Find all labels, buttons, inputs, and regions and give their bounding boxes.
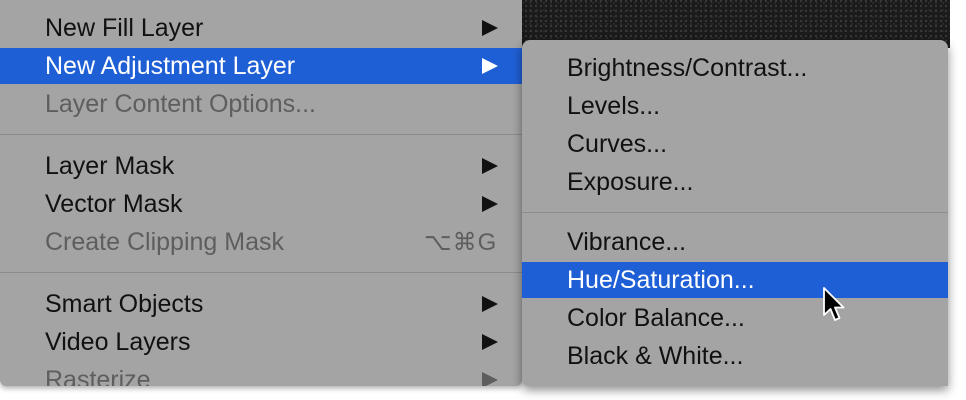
menu-item-label: Vector Mask — [45, 189, 183, 218]
menu-item-label: Smart Objects — [45, 289, 204, 318]
keyboard-shortcut: ⌥⌘G — [424, 228, 498, 256]
submenu-item-levels[interactable]: Levels... — [522, 88, 948, 124]
submenu-arrow-icon — [482, 58, 498, 74]
menu-item-label: Layer Content Options... — [45, 89, 316, 118]
screenshot-stage: New Fill Layer New Adjustment Layer Laye… — [0, 0, 966, 400]
menu-item-label: Video Layers — [45, 327, 191, 356]
layer-menu: New Fill Layer New Adjustment Layer Laye… — [0, 0, 522, 386]
submenu-item-vibrance[interactable]: Vibrance... — [522, 224, 948, 260]
menu-item-smart-objects[interactable]: Smart Objects — [0, 286, 522, 322]
menu-item-vector-mask[interactable]: Vector Mask — [0, 186, 522, 222]
menu-separator — [0, 134, 522, 135]
submenu-item-hue-saturation[interactable]: Hue/Saturation... — [522, 262, 948, 298]
submenu-arrow-icon — [482, 158, 498, 174]
submenu-arrow-icon — [482, 196, 498, 212]
menu-item-label: Rasterize — [45, 365, 151, 387]
menu-item-label: Curves... — [567, 129, 668, 158]
menu-item-label: Levels... — [567, 91, 661, 120]
menu-item-label: Hue/Saturation... — [567, 265, 755, 294]
menu-item-label: New Fill Layer — [45, 13, 204, 42]
submenu-arrow-icon — [482, 334, 498, 350]
submenu-arrow-icon — [482, 20, 498, 36]
submenu-item-brightness-contrast[interactable]: Brightness/Contrast... — [522, 50, 948, 86]
menu-item-label: New Adjustment Layer — [45, 51, 296, 80]
submenu-item-color-balance[interactable]: Color Balance... — [522, 300, 948, 336]
menu-item-create-clipping-mask[interactable]: Create Clipping Mask ⌥⌘G — [0, 224, 522, 260]
submenu-item-curves[interactable]: Curves... — [522, 126, 948, 162]
menu-separator — [0, 272, 522, 273]
menu-item-label: Layer Mask — [45, 151, 175, 180]
menu-item-rasterize[interactable]: Rasterize — [0, 362, 522, 386]
adjustment-layer-submenu: Brightness/Contrast... Levels... Curves.… — [522, 40, 948, 386]
menu-item-label: Vibrance... — [567, 227, 687, 256]
submenu-arrow-icon — [482, 372, 498, 386]
submenu-item-black-white[interactable]: Black & White... — [522, 338, 948, 374]
menu-separator — [522, 212, 948, 213]
menu-item-label: Create Clipping Mask — [45, 227, 284, 256]
submenu-item-exposure[interactable]: Exposure... — [522, 164, 948, 200]
submenu-arrow-icon — [482, 296, 498, 312]
menu-item-label: Color Balance... — [567, 303, 745, 332]
mouse-pointer-icon — [823, 287, 845, 321]
menu-item-label: Brightness/Contrast... — [567, 53, 808, 82]
menu-item-new-fill-layer[interactable]: New Fill Layer — [0, 10, 522, 46]
menu-item-new-adjustment-layer[interactable]: New Adjustment Layer — [0, 48, 522, 84]
menu-item-layer-content-options[interactable]: Layer Content Options... — [0, 86, 522, 122]
menu-item-video-layers[interactable]: Video Layers — [0, 324, 522, 360]
menu-item-label: Exposure... — [567, 167, 694, 196]
menu-item-layer-mask[interactable]: Layer Mask — [0, 148, 522, 184]
menu-item-label: Black & White... — [567, 341, 744, 370]
